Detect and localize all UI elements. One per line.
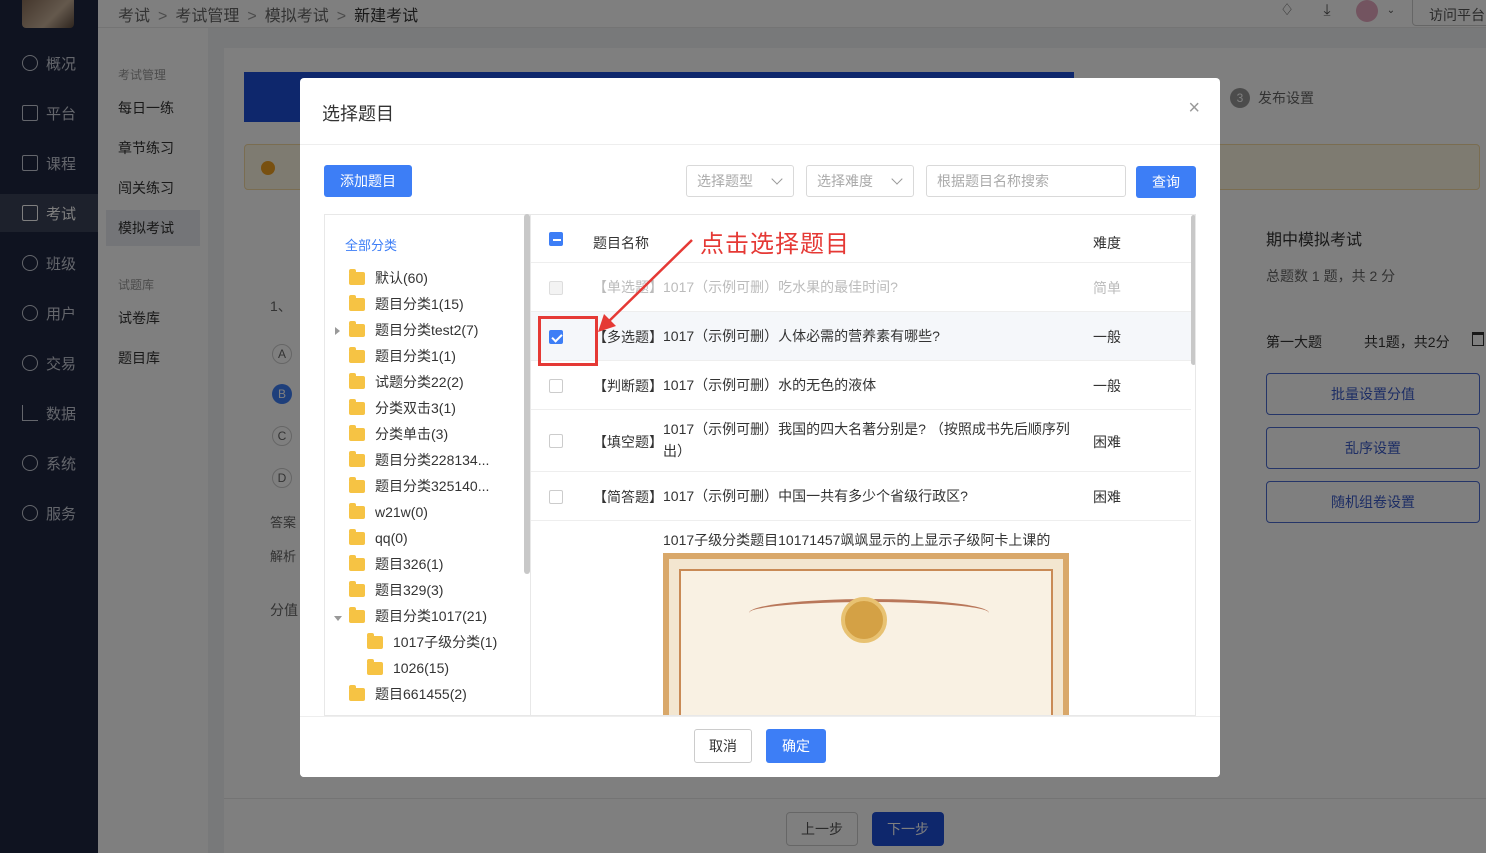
folder-icon bbox=[349, 684, 365, 701]
question-text: 1017（示例可删）中国一共有多少个省级行政区? bbox=[663, 488, 968, 504]
question-type: 【填空题】 bbox=[593, 434, 663, 450]
divider bbox=[300, 144, 1220, 145]
question-difficulty: 一般 bbox=[1093, 329, 1121, 345]
difficulty-select[interactable]: 选择难度 bbox=[806, 165, 914, 197]
folder-icon bbox=[349, 450, 365, 467]
tree-node[interactable]: w21w(0) bbox=[349, 501, 428, 523]
select-all-checkbox[interactable] bbox=[549, 232, 563, 246]
folder-icon bbox=[367, 632, 383, 649]
table-scrollbar[interactable] bbox=[1191, 215, 1195, 365]
tree-root[interactable]: 全部分类 bbox=[345, 235, 397, 254]
table-row[interactable]: 【单选题】 1017（示例可删）吃水果的最佳时间? 简单 bbox=[531, 263, 1191, 312]
question-table: 题目名称 难度 【单选题】 1017（示例可删）吃水果的最佳时间? 简单 【多选… bbox=[530, 214, 1196, 716]
tree-node[interactable]: 默认(60) bbox=[349, 267, 428, 289]
row-checkbox[interactable] bbox=[549, 434, 563, 448]
question-text: 1017（示例可删）人体必需的营养素有哪些? bbox=[663, 328, 940, 344]
tree-node[interactable]: 题目326(1) bbox=[349, 553, 443, 575]
confirm-button[interactable]: 确定 bbox=[766, 729, 826, 763]
caret-down-icon[interactable] bbox=[334, 616, 342, 621]
question-text: 1017子级分类题目10171457飒飒显示的上显示子级阿卡上课的 bbox=[663, 532, 1051, 548]
question-text: 1017（示例可删）水的无色的液体 bbox=[663, 377, 877, 393]
modal-title: 选择题目 bbox=[322, 104, 394, 124]
folder-icon bbox=[349, 476, 365, 493]
question-difficulty: 困难 bbox=[1093, 489, 1121, 505]
row-checkbox[interactable] bbox=[549, 490, 563, 504]
table-row[interactable]: 【判断题】 1017（示例可删）水的无色的液体 一般 bbox=[531, 361, 1191, 410]
search-input[interactable]: 根据题目名称搜索 bbox=[926, 165, 1126, 197]
folder-icon bbox=[349, 372, 365, 389]
folder-icon bbox=[349, 424, 365, 441]
question-type: 【简答题】 bbox=[593, 489, 663, 505]
folder-icon bbox=[349, 554, 365, 571]
row-checkbox bbox=[549, 281, 563, 295]
select-question-modal: 选择题目 × 添加题目 选择题型 选择难度 根据题目名称搜索 查询 全部分类 默… bbox=[300, 78, 1220, 777]
question-type: 【多选题】 bbox=[593, 329, 663, 345]
modal-footer: 取消 确定 bbox=[300, 716, 1220, 777]
tree-node[interactable]: 题目661455(2) bbox=[349, 683, 467, 705]
tree-node[interactable]: 试题分类22(2) bbox=[349, 371, 464, 393]
question-text: 1017（示例可删）吃水果的最佳时间? bbox=[663, 279, 898, 295]
chevron-down-icon bbox=[771, 173, 783, 185]
folder-icon bbox=[349, 320, 365, 337]
category-tree: 全部分类 默认(60) 题目分类1(15) 题目分类test2(7) 题目分类1… bbox=[324, 214, 530, 716]
question-type: 【单选题】 bbox=[593, 279, 663, 295]
annotation-text: 点击选择题目 bbox=[700, 230, 850, 258]
chevron-down-icon bbox=[891, 173, 903, 185]
question-type-select[interactable]: 选择题型 bbox=[686, 165, 794, 197]
question-difficulty: 一般 bbox=[1093, 378, 1121, 394]
query-button[interactable]: 查询 bbox=[1136, 166, 1196, 198]
table-row[interactable]: 【简答题】 1017（示例可删）中国一共有多少个省级行政区? 困难 bbox=[531, 472, 1191, 521]
question-difficulty: 简单 bbox=[1093, 280, 1121, 296]
cancel-button[interactable]: 取消 bbox=[694, 729, 752, 763]
tree-node[interactable]: 题目分类1017(21) bbox=[349, 605, 487, 627]
caret-right-icon[interactable] bbox=[335, 327, 340, 335]
tree-node-child[interactable]: 1026(15) bbox=[367, 657, 449, 679]
tree-node[interactable]: 题目分类1(1) bbox=[349, 345, 456, 367]
tree-node[interactable]: qq(0) bbox=[349, 527, 408, 549]
folder-icon bbox=[349, 346, 365, 363]
tree-node[interactable]: 题目329(3) bbox=[349, 579, 443, 601]
folder-icon bbox=[349, 268, 365, 285]
folder-icon bbox=[349, 294, 365, 311]
table-header: 题目名称 难度 bbox=[531, 215, 1191, 263]
tree-node-child[interactable]: 1017子级分类(1) bbox=[367, 631, 497, 653]
medal-icon bbox=[841, 597, 887, 643]
tree-node[interactable]: 分类单击(3) bbox=[349, 423, 448, 445]
tree-node[interactable]: 题目分类228134... bbox=[349, 449, 489, 471]
folder-icon bbox=[349, 502, 365, 519]
add-question-button[interactable]: 添加题目 bbox=[324, 165, 412, 197]
folder-icon bbox=[349, 528, 365, 545]
column-header-difficulty: 难度 bbox=[1093, 235, 1121, 251]
row-checkbox[interactable] bbox=[549, 379, 563, 393]
question-difficulty: 困难 bbox=[1093, 434, 1121, 450]
tree-node[interactable]: 题目分类test2(7) bbox=[349, 319, 478, 341]
table-row[interactable]: 【多选题】 1017（示例可删）人体必需的营养素有哪些? 一般 bbox=[531, 312, 1191, 361]
annotation-highlight-box bbox=[538, 316, 598, 366]
close-icon[interactable]: × bbox=[1188, 98, 1200, 118]
tree-node[interactable]: 题目分类1(15) bbox=[349, 293, 464, 315]
tree-node[interactable]: 题目分类325140... bbox=[349, 475, 489, 497]
column-header-name: 题目名称 bbox=[593, 235, 649, 251]
folder-icon bbox=[367, 658, 383, 675]
question-text: 1017（示例可删）我国的四大名著分别是? （按照成书先后顺序列出） bbox=[663, 421, 1070, 459]
certificate-image bbox=[663, 553, 1069, 715]
folder-icon bbox=[349, 398, 365, 415]
table-row[interactable]: 【填空题】 1017（示例可删）我国的四大名著分别是? （按照成书先后顺序列出）… bbox=[531, 410, 1191, 472]
question-type: 【判断题】 bbox=[593, 378, 663, 394]
tree-node[interactable]: 分类双击3(1) bbox=[349, 397, 456, 419]
folder-icon bbox=[349, 606, 365, 623]
folder-icon bbox=[349, 580, 365, 597]
